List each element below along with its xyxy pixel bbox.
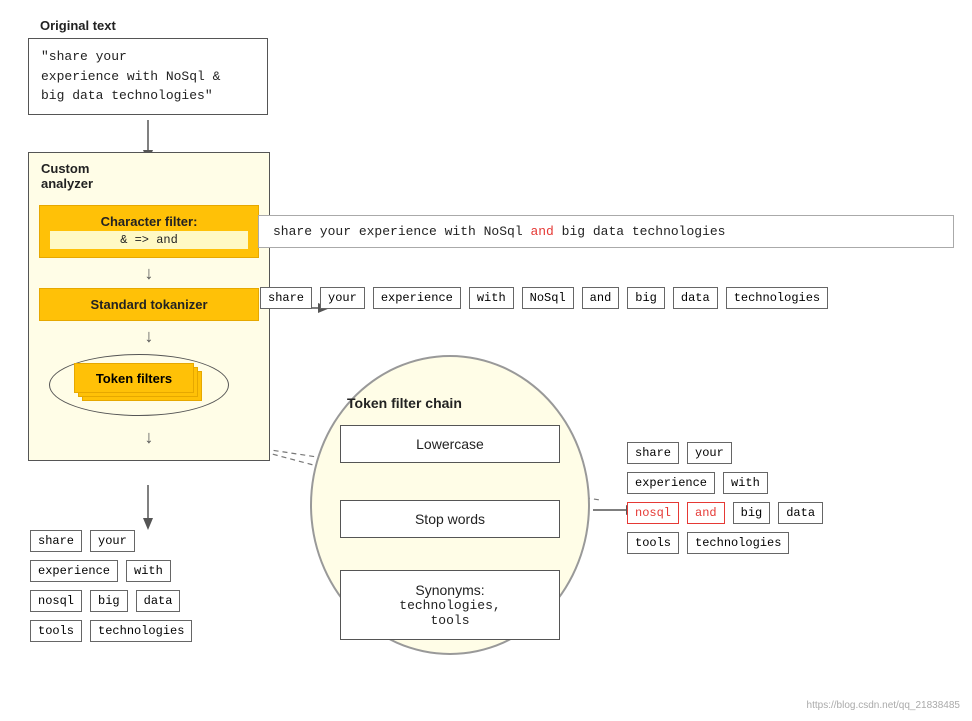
chain-box-lowercase: Lowercase [340,425,560,463]
arrow-down-3: ↓ [29,428,269,446]
right-row-3: nosql and big data [625,500,825,526]
r-big: big [733,502,771,524]
r-technologies: technologies [687,532,789,554]
processed-text-highlight: and [530,224,553,239]
custom-analyzer-label: Customanalyzer [29,153,269,199]
output-row-1: share your [28,528,194,554]
output-tokens-left: share your experience with nosql big dat… [28,528,194,648]
processed-text-box: share your experience with NoSql and big… [258,215,954,248]
output-row-4: tools technologies [28,618,194,644]
tokenized-row: share your experience with NoSql and big… [258,285,830,311]
token-filter-card-front: Token filters [74,363,194,393]
output-row-2: experience with [28,558,194,584]
token-data: data [673,287,718,309]
out-your: your [90,530,135,552]
token-experience: experience [373,287,461,309]
out-nosql: nosql [30,590,82,612]
arrow-down-2: ↓ [29,327,269,345]
processed-text-content: share your experience with NoSql and big… [273,224,726,239]
r-and: and [687,502,725,524]
token-filters-oval: Token filters [49,354,229,416]
right-row-4: tools technologies [625,530,825,556]
char-filter-rule: & => and [50,231,248,249]
out-big: big [90,590,128,612]
synonyms-detail: technologies,tools [399,598,500,628]
out-share: share [30,530,82,552]
diagram: Original text "share yourexperience with… [0,0,972,721]
token-share: share [260,287,312,309]
r-nosql: nosql [627,502,679,524]
chain-box-stopwords: Stop words [340,500,560,538]
r-your: your [687,442,732,464]
output-row-3: nosql big data [28,588,194,614]
custom-analyzer-box: Customanalyzer Character filter: & => an… [28,152,270,461]
out-technologies: technologies [90,620,192,642]
right-row-1: share your [625,440,825,466]
out-with: with [126,560,171,582]
token-and: and [582,287,620,309]
token-filters-container: Token filters [39,349,259,424]
token-technologies: technologies [726,287,828,309]
token-with: with [469,287,514,309]
token-nosql: NoSql [522,287,574,309]
chain-label: Token filter chain [347,395,462,411]
chain-box-synonyms: Synonyms: technologies,tools [340,570,560,640]
arrow-down-1: ↓ [29,264,269,282]
token-your: your [320,287,365,309]
right-row-2: experience with [625,470,825,496]
r-with: with [723,472,768,494]
out-data: data [136,590,181,612]
watermark: https://blog.csdn.net/qq_21838485 [807,700,960,711]
r-tools: tools [627,532,679,554]
r-data: data [778,502,823,524]
out-tools: tools [30,620,82,642]
original-text-box: "share yourexperience with NoSql &big da… [28,38,268,115]
r-experience: experience [627,472,715,494]
out-experience: experience [30,560,118,582]
token-big: big [627,287,665,309]
output-tokens-right: share your experience with nosql and big… [625,440,825,560]
r-share: share [627,442,679,464]
original-text-content: "share yourexperience with NoSql &big da… [41,49,220,103]
synonyms-label: Synonyms: [415,582,484,598]
tokenizer-box: Standard tokanizer [39,288,259,321]
original-text-label: Original text [40,18,116,33]
token-filter-stack: Token filters [74,363,204,407]
char-filter-box: Character filter: & => and [39,205,259,258]
